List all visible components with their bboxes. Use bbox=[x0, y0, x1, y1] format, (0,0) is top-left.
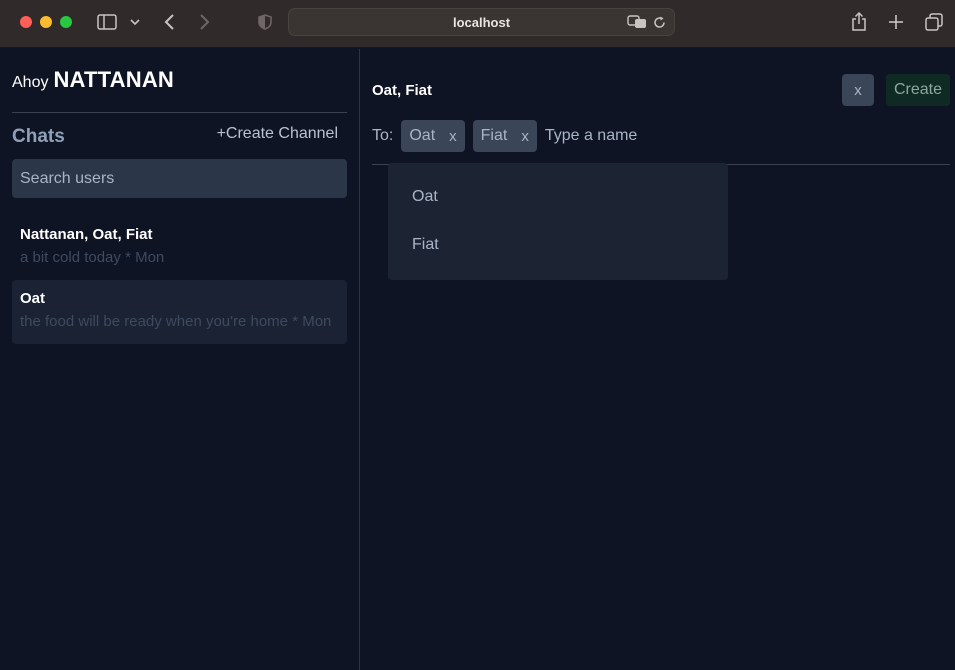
suggestion-item[interactable]: Oat bbox=[388, 173, 728, 221]
chevron-down-icon[interactable] bbox=[130, 12, 140, 32]
greeting: Ahoy NATTANAN bbox=[12, 67, 174, 93]
translate-icon[interactable] bbox=[627, 15, 647, 34]
back-icon[interactable] bbox=[162, 12, 176, 32]
remove-recipient-button[interactable]: x bbox=[521, 128, 529, 145]
username: NATTANAN bbox=[53, 67, 175, 92]
chats-title: Chats bbox=[12, 126, 65, 147]
greeting-prefix: Ahoy bbox=[12, 74, 49, 91]
tab-overview-icon[interactable] bbox=[924, 12, 944, 32]
suggestion-item[interactable]: Fiat bbox=[388, 221, 728, 269]
new-tab-icon[interactable] bbox=[887, 12, 905, 32]
search-users-input[interactable] bbox=[12, 159, 347, 198]
minimize-window-button[interactable] bbox=[40, 16, 52, 28]
create-channel-button[interactable]: +Create Channel bbox=[217, 125, 338, 143]
sidebar-toggle-icon[interactable] bbox=[97, 12, 117, 32]
chat-list-item[interactable]: Nattanan, Oat, Fiat a bit cold today * M… bbox=[12, 216, 347, 280]
remove-recipient-button[interactable]: x bbox=[449, 128, 457, 145]
suggestions-dropdown: Oat Fiat bbox=[388, 163, 728, 280]
chat-app: Ahoy NATTANAN Chats +Create Channel Natt… bbox=[0, 49, 955, 670]
share-icon[interactable] bbox=[850, 12, 868, 32]
maximize-window-button[interactable] bbox=[60, 16, 72, 28]
chat-name: Nattanan, Oat, Fiat bbox=[20, 226, 153, 243]
reload-icon[interactable] bbox=[653, 16, 666, 34]
recipient-name-input[interactable] bbox=[544, 127, 665, 145]
cancel-button[interactable]: x bbox=[842, 74, 874, 106]
chat-name: Oat bbox=[20, 290, 46, 307]
browser-toolbar: localhost bbox=[0, 0, 955, 48]
sidebar: Ahoy NATTANAN Chats +Create Channel Natt… bbox=[0, 49, 360, 670]
forward-icon[interactable] bbox=[198, 12, 212, 32]
recipient-chip: Oat x bbox=[401, 120, 465, 152]
recipient-chip: Fiat x bbox=[472, 120, 537, 152]
shield-icon[interactable] bbox=[257, 12, 273, 32]
recipients-row: To: Oat x Fiat x bbox=[372, 120, 665, 152]
divider bbox=[12, 112, 347, 113]
address-bar[interactable]: localhost bbox=[288, 8, 675, 36]
create-button[interactable]: Create bbox=[886, 74, 950, 106]
chat-preview: the food will be ready when you're home … bbox=[20, 313, 332, 330]
recipient-name: Fiat bbox=[480, 127, 508, 144]
chat-list-item[interactable]: Oat the food will be ready when you're h… bbox=[12, 280, 347, 344]
to-label: To: bbox=[372, 127, 394, 144]
channel-title: Oat, Fiat bbox=[372, 82, 433, 99]
close-window-button[interactable] bbox=[20, 16, 32, 28]
new-channel-panel: Oat, Fiat x Create To: Oat x Fiat x Oat … bbox=[360, 49, 955, 670]
recipient-name: Oat bbox=[409, 127, 436, 144]
chat-preview: a bit cold today * Mon bbox=[20, 249, 165, 266]
url-text: localhost bbox=[452, 14, 511, 30]
